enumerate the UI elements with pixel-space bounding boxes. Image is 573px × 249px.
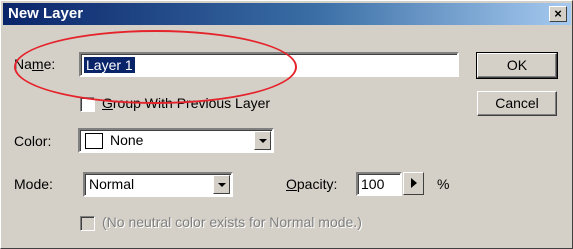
- opacity-unit: %: [437, 176, 450, 192]
- new-layer-dialog: New Layer ×: [0, 0, 573, 249]
- neutral-color-label: (No neutral color exists for Normal mode…: [102, 214, 362, 230]
- title-bar[interactable]: New Layer ×: [3, 3, 571, 25]
- mode-select[interactable]: Normal: [83, 172, 233, 197]
- name-input[interactable]: Layer 1: [79, 52, 459, 77]
- cancel-button[interactable]: Cancel: [477, 91, 557, 116]
- opacity-label: Opacity:: [286, 176, 338, 192]
- group-with-previous-label: Group With Previous Layer: [102, 95, 271, 111]
- dialog-title: New Layer: [8, 5, 84, 22]
- group-with-previous-checkbox[interactable]: [80, 97, 95, 112]
- color-swatch: [85, 133, 103, 149]
- color-select-value: None: [110, 132, 144, 148]
- name-input-value: Layer 1: [84, 57, 135, 73]
- ok-button[interactable]: OK: [476, 52, 558, 79]
- close-button[interactable]: ×: [549, 6, 567, 22]
- opacity-slider-arrow-icon[interactable]: [403, 172, 424, 195]
- chevron-down-icon[interactable]: [213, 175, 230, 194]
- close-icon: ×: [554, 6, 562, 21]
- mode-select-value: Normal: [89, 176, 135, 192]
- color-label: Color:: [14, 133, 52, 149]
- opacity-input[interactable]: 100: [356, 172, 402, 196]
- color-select[interactable]: None: [78, 128, 274, 153]
- opacity-value: 100: [361, 176, 385, 192]
- neutral-color-checkbox[interactable]: [80, 216, 95, 231]
- mode-label: Mode:: [14, 176, 53, 192]
- chevron-down-icon[interactable]: [254, 131, 271, 150]
- name-label: Name:: [14, 56, 56, 72]
